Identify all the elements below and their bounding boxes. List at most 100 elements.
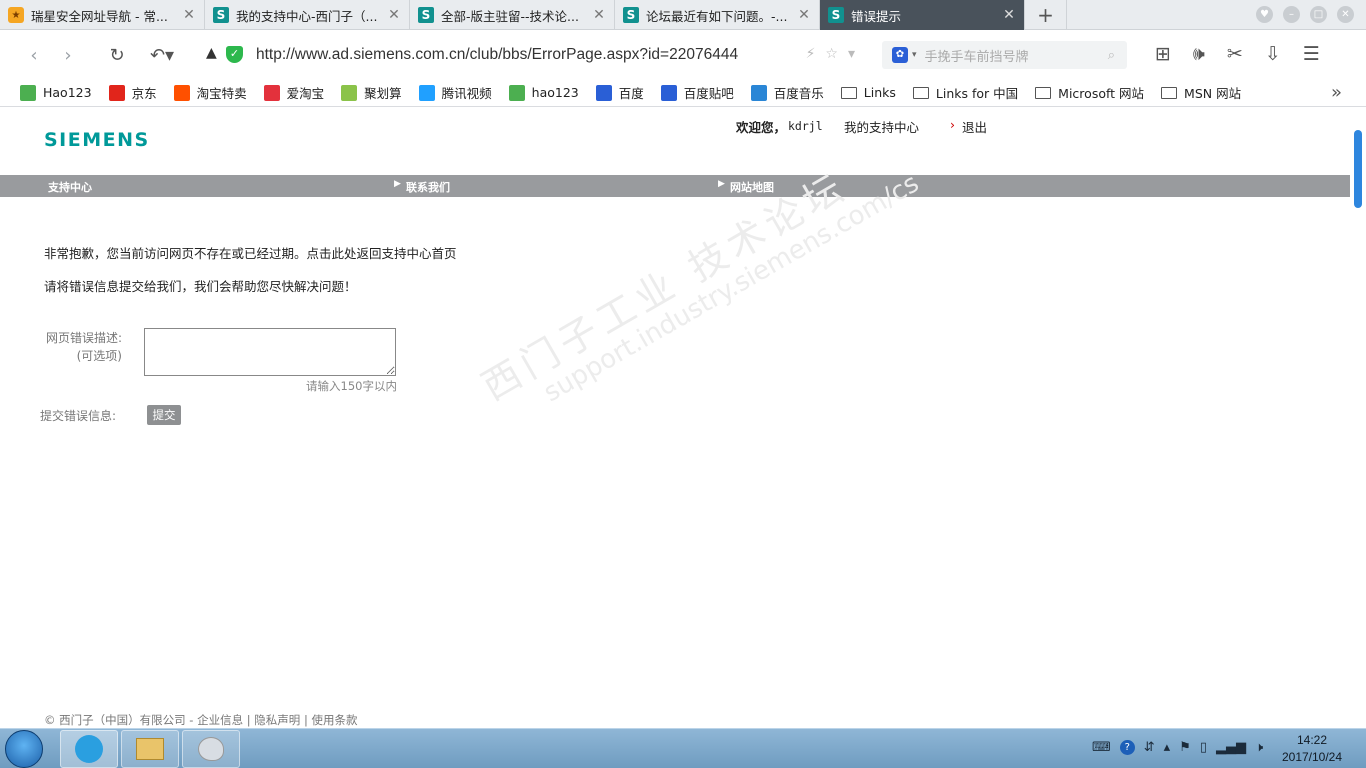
show-hidden-icons[interactable]: ▴ — [1164, 740, 1171, 755]
bookmark-favicon-icon — [108, 84, 125, 101]
tab-forum-recent[interactable]: S 论坛最近有如下问题。-... ✕ — [615, 0, 820, 30]
siemens-logo[interactable]: SIEMENS — [44, 129, 150, 151]
chevron-right-icon: › — [950, 117, 955, 132]
bookmark-favicon-icon — [750, 84, 767, 101]
close-window-icon[interactable]: ✕ — [1337, 6, 1354, 23]
help-icon[interactable]: ? — [1119, 740, 1135, 755]
security-shield-icon[interactable]: ✓ — [226, 46, 243, 63]
input-method-icon[interactable]: ⇵ — [1144, 740, 1155, 755]
star-icon[interactable]: ⚡☆▾ — [806, 46, 865, 62]
triangle-right-icon: ▶ — [394, 179, 401, 189]
undo-close-icon[interactable]: ↶▾ — [144, 42, 180, 68]
minimize-icon[interactable]: – — [1283, 6, 1300, 23]
network-icon[interactable]: ▂▄▆ — [1216, 740, 1246, 755]
bookmark-item[interactable]: Microsoft 网站 — [1035, 83, 1144, 102]
nav-sitemap[interactable]: 网站地图 — [730, 179, 774, 195]
close-icon[interactable]: ✕ — [387, 7, 401, 23]
search-input[interactable]: ✿ ▾ 手挽手车前挡号牌 ⌕ — [882, 41, 1127, 69]
bookmark-item[interactable]: 百度贴吧 — [660, 83, 734, 102]
forward-icon[interactable]: › — [55, 42, 81, 68]
bookmark-item[interactable]: 爱淘宝 — [263, 83, 324, 102]
welcome-text: 欢迎您， — [736, 120, 787, 135]
bookmark-item[interactable]: Links — [840, 85, 896, 100]
tab-my-support[interactable]: S 我的支持中心-西门子（... ✕ — [205, 0, 410, 30]
search-placeholder: 手挽手车前挡号牌 — [924, 49, 1029, 65]
address-bar[interactable]: ▲ ✓ http://www.ad.siemens.com.cn/club/bb… — [200, 40, 865, 70]
username: kdrjl — [788, 119, 823, 133]
folder-icon — [1035, 86, 1052, 99]
bookmark-item[interactable]: 淘宝特卖 — [173, 83, 247, 102]
skin-icon[interactable]: ♥ — [1256, 6, 1273, 23]
bookmark-label: 淘宝特卖 — [196, 86, 247, 101]
back-icon[interactable]: ‹ — [21, 42, 47, 68]
close-icon[interactable]: ✕ — [592, 7, 606, 23]
search-icon[interactable]: ⌕ — [1108, 48, 1115, 63]
bookmark-item[interactable]: 腾讯视频 — [418, 83, 492, 102]
bookmark-favicon-icon — [660, 84, 677, 101]
flag-icon[interactable]: ⚑ — [1179, 740, 1191, 755]
bookmark-label: Links for 中国 — [935, 86, 1019, 101]
clock-date: 2017/10/24 — [1281, 750, 1343, 764]
bookmark-label: Links — [863, 85, 896, 100]
footer-links: © 西门子（中国）有限公司 - 企业信息 | 隐私声明 | 使用条款 — [44, 713, 358, 727]
sound-icon[interactable]: 🕪 — [1193, 43, 1205, 65]
url-text[interactable]: http://www.ad.siemens.com.cn/club/bbs/Er… — [256, 46, 738, 64]
new-tab-button[interactable]: + — [1025, 0, 1067, 30]
bookmark-item[interactable]: 京东 — [108, 83, 157, 102]
bookmark-label: hao123 — [531, 85, 579, 100]
close-icon[interactable]: ✕ — [1002, 7, 1016, 23]
windows-start-icon[interactable] — [5, 730, 43, 768]
close-icon[interactable]: ✕ — [182, 7, 196, 23]
scissors-icon[interactable]: ✂ — [1227, 43, 1243, 65]
paint-taskbar-button[interactable] — [182, 730, 240, 768]
rocket-icon[interactable]: ▲ — [206, 45, 217, 61]
baidu-paw-icon[interactable]: ✿ — [892, 47, 908, 63]
download-icon[interactable]: ⇩ — [1265, 43, 1281, 65]
menu-icon[interactable]: ☰ — [1303, 43, 1320, 65]
bookmark-item[interactable]: 百度音乐 — [750, 83, 824, 102]
chevron-down-icon[interactable]: ▾ — [912, 50, 917, 60]
keyboard-icon[interactable]: ⌨ — [1092, 740, 1111, 755]
tab-forum-all[interactable]: S 全部-版主驻留--技术论... ✕ — [410, 0, 615, 30]
bookmark-item[interactable]: MSN 网站 — [1161, 83, 1241, 102]
submit-label: 提交错误信息: — [40, 409, 117, 423]
description-label: 网页错误描述: — [45, 331, 122, 345]
more-bookmarks-icon[interactable]: » — [1331, 82, 1342, 103]
bookmark-item[interactable]: 聚划算 — [341, 83, 402, 102]
scrollbar-thumb[interactable] — [1354, 130, 1362, 208]
explorer-taskbar-button[interactable] — [121, 730, 179, 768]
watermark-title: 西门子工业 技术论坛 — [474, 163, 856, 409]
nav-support-center[interactable]: 支持中心 — [48, 179, 92, 195]
submit-prompt: 请将错误信息提交给我们，我们会帮助您尽快解决问题！ — [44, 279, 357, 294]
submit-button[interactable]: 提交 — [147, 405, 181, 425]
my-support-link[interactable]: 我的支持中心 — [844, 117, 919, 136]
refresh-icon[interactable]: ↻ — [104, 42, 130, 68]
bookmark-item[interactable]: 百度 — [595, 83, 644, 102]
bookmark-item[interactable]: Links for 中国 — [912, 83, 1019, 102]
tab-title: 我的支持中心-西门子（... — [236, 8, 378, 24]
maximize-icon[interactable]: □ — [1310, 6, 1327, 23]
folder-icon — [840, 86, 857, 99]
system-clock[interactable]: 14:22 2017/10/24 — [1272, 732, 1352, 766]
browser-toolbar: ‹ › ↻ ↶▾ ▲ ✓ http://www.ad.siemens.com.c… — [0, 31, 1366, 79]
browser-taskbar-button[interactable] — [60, 730, 118, 768]
char-limit-hint: 请输入150字以内 — [306, 379, 397, 393]
battery-icon[interactable]: ▯ — [1200, 740, 1207, 755]
tab-title: 论坛最近有如下问题。-... — [646, 8, 788, 24]
folder-icon — [912, 86, 929, 99]
folder-icon — [136, 738, 164, 760]
tab-rising-nav[interactable]: ★ 瑞星安全网址导航 - 常... ✕ — [0, 0, 205, 30]
tab-error-page[interactable]: S 错误提示 ✕ — [820, 0, 1025, 30]
bookmark-item[interactable]: Hao123 — [20, 84, 92, 101]
palette-icon — [198, 737, 224, 761]
apps-icon[interactable]: ⊞ — [1155, 43, 1171, 65]
volume-muted-icon[interactable]: 🕨 — [1255, 740, 1263, 755]
close-icon[interactable]: ✕ — [797, 7, 811, 23]
nav-contact-us[interactable]: 联系我们 — [406, 179, 450, 195]
error-description-textarea[interactable] — [144, 328, 396, 376]
logout-link[interactable]: 退出 — [962, 117, 987, 136]
vertical-scrollbar[interactable] — [1350, 108, 1366, 728]
bookmark-label: 百度贴吧 — [683, 86, 734, 101]
bookmark-item[interactable]: hao123 — [508, 84, 579, 101]
bookmark-label: MSN 网站 — [1184, 86, 1242, 101]
